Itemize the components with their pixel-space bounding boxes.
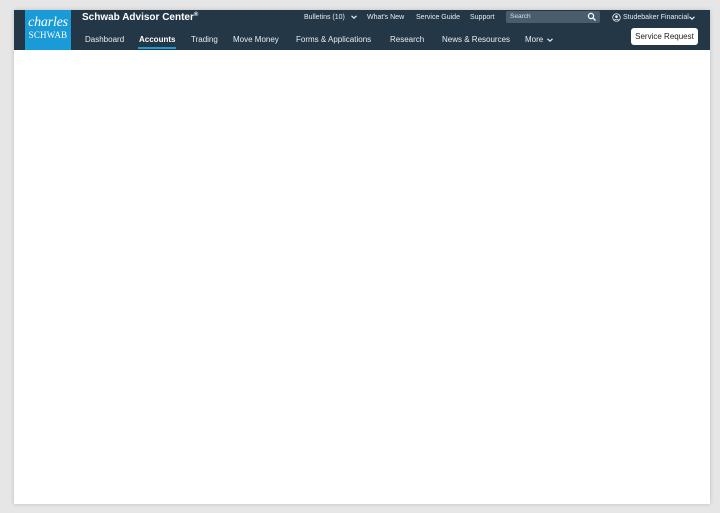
nav-more-label: More — [525, 35, 544, 44]
app-title-text: Schwab Advisor Center — [82, 12, 194, 23]
registered-mark: ® — [193, 12, 199, 18]
nav-accounts[interactable]: Accounts — [139, 33, 175, 47]
nav-more[interactable]: More — [525, 33, 554, 47]
nav-dashboard[interactable]: Dashboard — [85, 33, 124, 47]
charles-schwab-logo[interactable]: charles SCHWAB — [25, 10, 71, 50]
search-input[interactable]: Search — [506, 11, 600, 23]
header-bar: charles SCHWAB Schwab Advisor Center® Bu… — [14, 10, 710, 50]
nav-forms-applications[interactable]: Forms & Applications — [296, 33, 371, 47]
browser-content-area: charles SCHWAB Schwab Advisor Center® Bu… — [14, 10, 710, 504]
nav-research[interactable]: Research — [390, 33, 424, 47]
user-circle-icon — [612, 13, 621, 22]
nav-move-money[interactable]: Move Money — [233, 33, 279, 47]
nav-trading[interactable]: Trading — [191, 33, 218, 47]
bulletins-label: Bulletins (10) — [304, 14, 345, 21]
bulletins-menu[interactable]: Bulletins (10) — [304, 13, 358, 23]
active-tab-indicator — [138, 47, 176, 49]
support-link[interactable]: Support — [470, 13, 495, 23]
search-icon[interactable] — [587, 12, 597, 22]
whats-new-link[interactable]: What's New — [367, 13, 404, 23]
chevron-down-icon — [547, 38, 554, 42]
logo-line-charles: charles — [28, 15, 68, 30]
chevron-down-icon — [689, 16, 695, 21]
nav-news-resources[interactable]: News & Resources — [442, 33, 510, 47]
service-guide-link[interactable]: Service Guide — [416, 13, 460, 23]
search-placeholder: Search — [510, 13, 531, 20]
logo-line-schwab: SCHWAB — [28, 30, 68, 40]
service-request-button[interactable]: Service Request — [631, 28, 698, 45]
app-title: Schwab Advisor Center® — [82, 12, 198, 24]
user-name: Studebaker Financial — [623, 14, 689, 21]
chevron-down-icon — [350, 15, 357, 20]
